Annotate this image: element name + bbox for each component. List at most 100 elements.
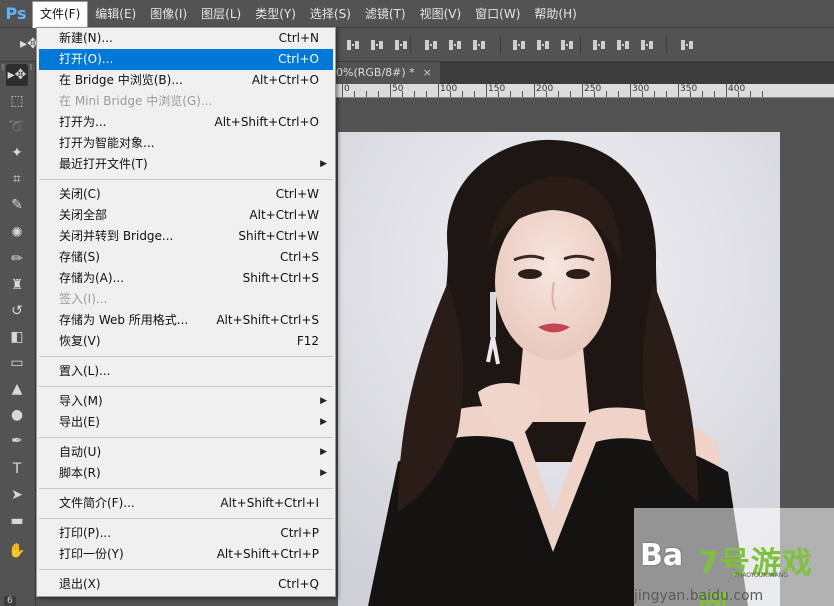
submenu-arrow-icon: ▶ [320, 447, 327, 457]
file-menu-item[interactable]: 置入(L)... [39, 361, 333, 382]
move-tool-icon[interactable]: ▸✥ [6, 64, 28, 86]
file-menu-item[interactable]: 最近打开文件(T) ▶ [39, 154, 333, 175]
align-distribute-icon[interactable] [592, 38, 606, 52]
menu-separator [39, 488, 333, 489]
file-menu-item[interactable]: 文件简介(F)... Alt+Shift+Ctrl+I [39, 493, 333, 514]
align-distribute-icon[interactable] [680, 38, 694, 52]
ruler-label: 400 [728, 84, 746, 94]
file-menu-item[interactable]: 打印一份(Y) Alt+Shift+Ctrl+P [39, 544, 333, 565]
clone-stamp-tool-icon[interactable]: ♜ [6, 274, 28, 296]
eyedropper-tool-icon[interactable]: ✎ [6, 194, 28, 216]
menu-item-shortcut: Alt+Shift+Ctrl+S [216, 313, 319, 327]
ruler-minor-tick [366, 91, 367, 97]
align-distribute-icon[interactable] [616, 38, 630, 52]
align-distribute-icon[interactable] [512, 38, 526, 52]
file-menu-item[interactable]: 打开为... Alt+Shift+Ctrl+O [39, 112, 333, 133]
watermark: Ba 7号游戏网 7HAOYOUXIWANG jingyan.baidu.com [634, 508, 834, 606]
file-menu-item[interactable]: 存储为 Web 所用格式... Alt+Shift+Ctrl+S [39, 310, 333, 331]
menu-7[interactable]: 视图(V) [413, 0, 469, 28]
ruler-label: 300 [632, 84, 650, 94]
lasso-tool-icon[interactable]: ➰ [6, 116, 28, 138]
menu-separator [39, 356, 333, 357]
healing-brush-tool-icon[interactable]: ✺ [6, 222, 28, 244]
align-distribute-icon[interactable] [424, 38, 438, 52]
menu-item-label: 导出(E) [59, 415, 100, 429]
path-selection-tool-icon[interactable]: ➤ [6, 484, 28, 506]
menu-6[interactable]: 滤镜(T) [358, 0, 413, 28]
menu-4[interactable]: 类型(Y) [248, 0, 303, 28]
menu-separator [39, 179, 333, 180]
ruler-minor-tick [474, 91, 475, 97]
file-menu-item[interactable]: 关闭全部 Alt+Ctrl+W [39, 205, 333, 226]
shape-tool-icon[interactable]: ▬ [6, 510, 28, 532]
ruler-minor-tick [606, 91, 607, 97]
brush-tool-icon[interactable]: ✏ [6, 248, 28, 270]
file-menu-dropdown: 新建(N)... Ctrl+N 打开(O)... Ctrl+O 在 Bridge 中浏览… [36, 27, 336, 597]
align-distribute-icon[interactable] [346, 38, 360, 52]
history-brush-tool-icon[interactable]: ↺ [6, 300, 28, 322]
menu-bar: Ps 文件(F) 编辑(E) 图像(I) 图层(L) 类型(Y) 选择(S) 滤镜(T) 视图… [0, 0, 834, 28]
menu-item-label: 恢复(V) [59, 334, 101, 348]
file-menu-item[interactable]: 打开(O)... Ctrl+O [39, 49, 333, 70]
file-menu-item[interactable]: 存储为(A)... Shift+Ctrl+S [39, 268, 333, 289]
file-menu-item[interactable]: 关闭并转到 Bridge... Shift+Ctrl+W [39, 226, 333, 247]
menu-9[interactable]: 帮助(H) [527, 0, 583, 28]
type-tool-icon[interactable]: T [6, 458, 28, 480]
file-menu-item[interactable]: 打开为智能对象... [39, 133, 333, 154]
tools-panel: ▸✥ ⬚ ➰ ✦ ⌗ ✎ ✺ ✏ ♜ ↺ ◧ ▭ ▲ ● ✒ T ➤ ▬ ✋ 6 [0, 62, 36, 606]
hand-tool-icon[interactable]: ✋ [6, 540, 28, 562]
ruler-label: 250 [584, 84, 602, 94]
menu-item-shortcut: F12 [296, 334, 319, 348]
menu-1[interactable]: 编辑(E) [88, 0, 143, 28]
align-distribute-icon[interactable] [472, 38, 486, 52]
close-tab-icon[interactable]: × [423, 66, 432, 79]
align-distribute-icon[interactable] [394, 38, 408, 52]
menu-item-label: 存储(S) [59, 250, 100, 264]
ruler-minor-tick [378, 91, 379, 97]
blur-tool-icon[interactable]: ▲ [6, 378, 28, 400]
menu-separator [39, 569, 333, 570]
align-distribute-icon[interactable] [536, 38, 550, 52]
dodge-tool-icon[interactable]: ● [6, 404, 28, 426]
menu-5[interactable]: 选择(S) [303, 0, 358, 28]
align-distribute-icon[interactable] [448, 38, 462, 52]
menu-0[interactable]: 文件(F) [32, 0, 89, 28]
menu-item-shortcut: Alt+Shift+Ctrl+I [220, 496, 319, 510]
menu-item-label: 自动(U) [59, 445, 102, 459]
eraser-tool-icon[interactable]: ◧ [6, 326, 28, 348]
ruler-tick [534, 83, 535, 97]
file-menu-item[interactable]: 关闭(C) Ctrl+W [39, 184, 333, 205]
document-tab-label: 0%(RGB/8#) * [336, 66, 415, 79]
menu-2[interactable]: 图像(I) [143, 0, 194, 28]
file-menu-item[interactable]: 自动(U) ▶ [39, 442, 333, 463]
gradient-tool-icon[interactable]: ▭ [6, 352, 28, 374]
menu-8[interactable]: 窗口(W) [468, 0, 527, 28]
file-menu-item[interactable]: 恢复(V) F12 [39, 331, 333, 352]
align-distribute-icon[interactable] [560, 38, 574, 52]
crop-tool-icon[interactable]: ⌗ [6, 168, 28, 190]
menu-item-label: 在 Bridge 中浏览(B)... [59, 73, 183, 87]
menu-item-label: 文件简介(F)... [59, 496, 135, 510]
ruler-minor-tick [654, 91, 655, 97]
align-distribute-icon[interactable] [640, 38, 654, 52]
pen-tool-icon[interactable]: ✒ [6, 430, 28, 452]
ruler-minor-tick [750, 91, 751, 97]
options-separator [666, 36, 667, 54]
menu-3[interactable]: 图层(L) [194, 0, 248, 28]
file-menu-item[interactable]: 打印(P)... Ctrl+P [39, 523, 333, 544]
file-menu-item[interactable]: 导入(M) ▶ [39, 391, 333, 412]
file-menu-item[interactable]: 新建(N)... Ctrl+N [39, 28, 333, 49]
magic-wand-tool-icon[interactable]: ✦ [6, 142, 28, 164]
file-menu-item[interactable]: 在 Bridge 中浏览(B)... Alt+Ctrl+O [39, 70, 333, 91]
menu-item-shortcut: Ctrl+Q [278, 577, 319, 591]
file-menu-item[interactable]: 退出(X) Ctrl+Q [39, 574, 333, 595]
watermark-url: jingyan.baidu.com [634, 588, 764, 604]
document-tab[interactable]: 0%(RGB/8#) * × [336, 62, 440, 84]
align-distribute-icon[interactable] [370, 38, 384, 52]
file-menu-item[interactable]: 脚本(R) ▶ [39, 463, 333, 484]
file-menu-item[interactable]: 导出(E) ▶ [39, 412, 333, 433]
ruler-minor-tick [546, 91, 547, 97]
file-menu-item[interactable]: 存储(S) Ctrl+S [39, 247, 333, 268]
ruler-minor-tick [498, 91, 499, 97]
marquee-tool-icon[interactable]: ⬚ [6, 90, 28, 112]
